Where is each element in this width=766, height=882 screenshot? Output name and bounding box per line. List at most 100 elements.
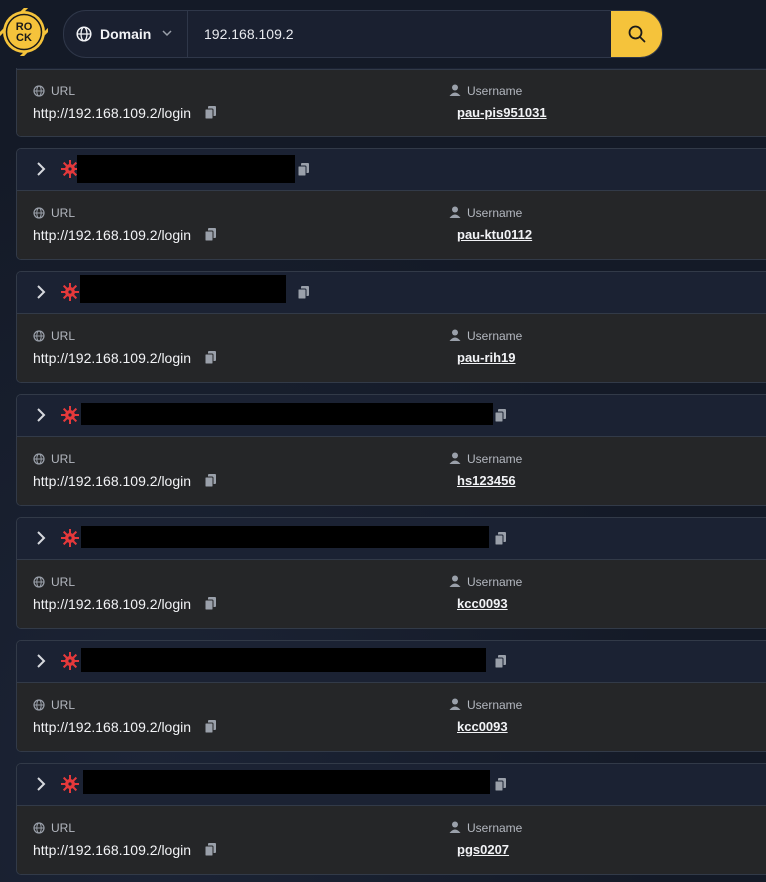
card-body: URL http://192.168.109.2/login Username … bbox=[17, 191, 766, 259]
url-label: URL bbox=[51, 206, 76, 220]
result-card: URL http://192.168.109.2/login Username … bbox=[16, 763, 766, 875]
card-body: URL http://192.168.109.2/login Username … bbox=[17, 314, 766, 382]
chevron-right-icon[interactable] bbox=[35, 285, 47, 299]
user-icon bbox=[449, 84, 461, 96]
card-header[interactable] bbox=[17, 641, 766, 683]
copy-icon[interactable] bbox=[205, 351, 216, 364]
username-link[interactable]: kcc0093 bbox=[457, 719, 508, 734]
copy-icon[interactable] bbox=[495, 532, 506, 545]
globe-icon bbox=[76, 26, 92, 42]
user-icon bbox=[449, 206, 461, 218]
virus-icon bbox=[61, 406, 79, 424]
card-body: URL http://192.168.109.2/login Username … bbox=[17, 560, 766, 628]
result-card: URL http://192.168.109.2/login Username … bbox=[16, 640, 766, 752]
globe-icon bbox=[33, 85, 45, 97]
user-icon bbox=[449, 698, 461, 710]
username-link[interactable]: pau-rih19 bbox=[457, 350, 516, 365]
url-value: http://192.168.109.2/login bbox=[33, 227, 192, 243]
chevron-right-icon[interactable] bbox=[35, 777, 47, 791]
username-label: Username bbox=[467, 84, 523, 98]
user-icon bbox=[449, 452, 461, 464]
redacted-title bbox=[81, 648, 486, 672]
svg-text:CK: CK bbox=[16, 32, 32, 44]
globe-icon bbox=[33, 207, 45, 219]
chevron-down-icon bbox=[162, 30, 172, 37]
copy-icon[interactable] bbox=[495, 409, 506, 422]
url-value: http://192.168.109.2/login bbox=[33, 842, 192, 858]
username-label: Username bbox=[467, 698, 523, 712]
card-header[interactable] bbox=[17, 518, 766, 560]
username-label: Username bbox=[467, 821, 523, 835]
virus-icon bbox=[61, 775, 79, 793]
url-value: http://192.168.109.2/login bbox=[33, 596, 192, 612]
url-value: http://192.168.109.2/login bbox=[33, 105, 192, 121]
result-card: URL http://192.168.109.2/login Username … bbox=[16, 148, 766, 260]
card-body: URL http://192.168.109.2/login Username … bbox=[17, 70, 766, 136]
card-body: URL http://192.168.109.2/login Username … bbox=[17, 806, 766, 874]
result-card: URL http://192.168.109.2/login Username … bbox=[16, 517, 766, 629]
redacted-title bbox=[81, 526, 489, 548]
url-label: URL bbox=[51, 329, 76, 343]
username-link[interactable]: pgs0207 bbox=[457, 842, 509, 857]
card-body: URL http://192.168.109.2/login Username … bbox=[17, 437, 766, 505]
result-card: URL http://192.168.109.2/login Username … bbox=[16, 271, 766, 383]
globe-icon bbox=[33, 699, 45, 711]
url-value: http://192.168.109.2/login bbox=[33, 719, 192, 735]
virus-icon bbox=[61, 283, 79, 301]
username-link[interactable]: pau-pis951031 bbox=[457, 105, 547, 120]
url-label: URL bbox=[51, 698, 76, 712]
copy-icon[interactable] bbox=[205, 843, 216, 856]
redacted-title bbox=[81, 403, 493, 425]
url-label: URL bbox=[51, 575, 76, 589]
copy-icon[interactable] bbox=[495, 655, 506, 668]
user-icon bbox=[449, 575, 461, 587]
copy-icon[interactable] bbox=[205, 106, 216, 119]
username-link[interactable]: pau-ktu0112 bbox=[457, 227, 532, 242]
url-value: http://192.168.109.2/login bbox=[33, 350, 192, 366]
chevron-right-icon[interactable] bbox=[35, 531, 47, 545]
card-header[interactable] bbox=[17, 149, 766, 191]
url-value: http://192.168.109.2/login bbox=[33, 473, 192, 489]
username-label: Username bbox=[467, 206, 523, 220]
virus-icon bbox=[61, 529, 79, 547]
search-input[interactable] bbox=[188, 11, 608, 57]
username-label: Username bbox=[467, 575, 523, 589]
globe-icon bbox=[33, 822, 45, 834]
url-label: URL bbox=[51, 84, 76, 98]
copy-icon[interactable] bbox=[205, 597, 216, 610]
search-mode-label: Domain bbox=[100, 26, 152, 42]
search-mode-dropdown[interactable]: Domain bbox=[64, 11, 188, 57]
copy-icon[interactable] bbox=[298, 286, 309, 299]
chevron-right-icon[interactable] bbox=[35, 408, 47, 422]
copy-icon[interactable] bbox=[298, 163, 309, 176]
chevron-right-icon[interactable] bbox=[35, 654, 47, 668]
result-card: URL http://192.168.109.2/login Username … bbox=[16, 394, 766, 506]
globe-icon bbox=[33, 330, 45, 342]
card-header[interactable] bbox=[17, 395, 766, 437]
copy-icon[interactable] bbox=[205, 474, 216, 487]
copy-icon[interactable] bbox=[495, 778, 506, 791]
search-button[interactable] bbox=[611, 11, 662, 57]
redacted-title bbox=[77, 155, 295, 183]
card-header[interactable] bbox=[17, 764, 766, 806]
globe-icon bbox=[33, 576, 45, 588]
virus-icon bbox=[61, 652, 79, 670]
top-bar: RO CK Domain bbox=[0, 0, 766, 68]
card-body: URL http://192.168.109.2/login Username … bbox=[17, 683, 766, 751]
username-label: Username bbox=[467, 452, 523, 466]
rock-logo[interactable]: RO CK bbox=[0, 8, 48, 56]
user-icon bbox=[449, 329, 461, 341]
redacted-title bbox=[83, 770, 490, 794]
search-bar: Domain bbox=[63, 10, 663, 58]
url-label: URL bbox=[51, 452, 76, 466]
copy-icon[interactable] bbox=[205, 228, 216, 241]
username-label: Username bbox=[467, 329, 523, 343]
chevron-right-icon[interactable] bbox=[35, 162, 47, 176]
username-link[interactable]: kcc0093 bbox=[457, 596, 508, 611]
redacted-title bbox=[80, 275, 286, 303]
globe-icon bbox=[33, 453, 45, 465]
card-header[interactable] bbox=[17, 272, 766, 314]
copy-icon[interactable] bbox=[205, 720, 216, 733]
url-label: URL bbox=[51, 821, 76, 835]
username-link[interactable]: hs123456 bbox=[457, 473, 516, 488]
